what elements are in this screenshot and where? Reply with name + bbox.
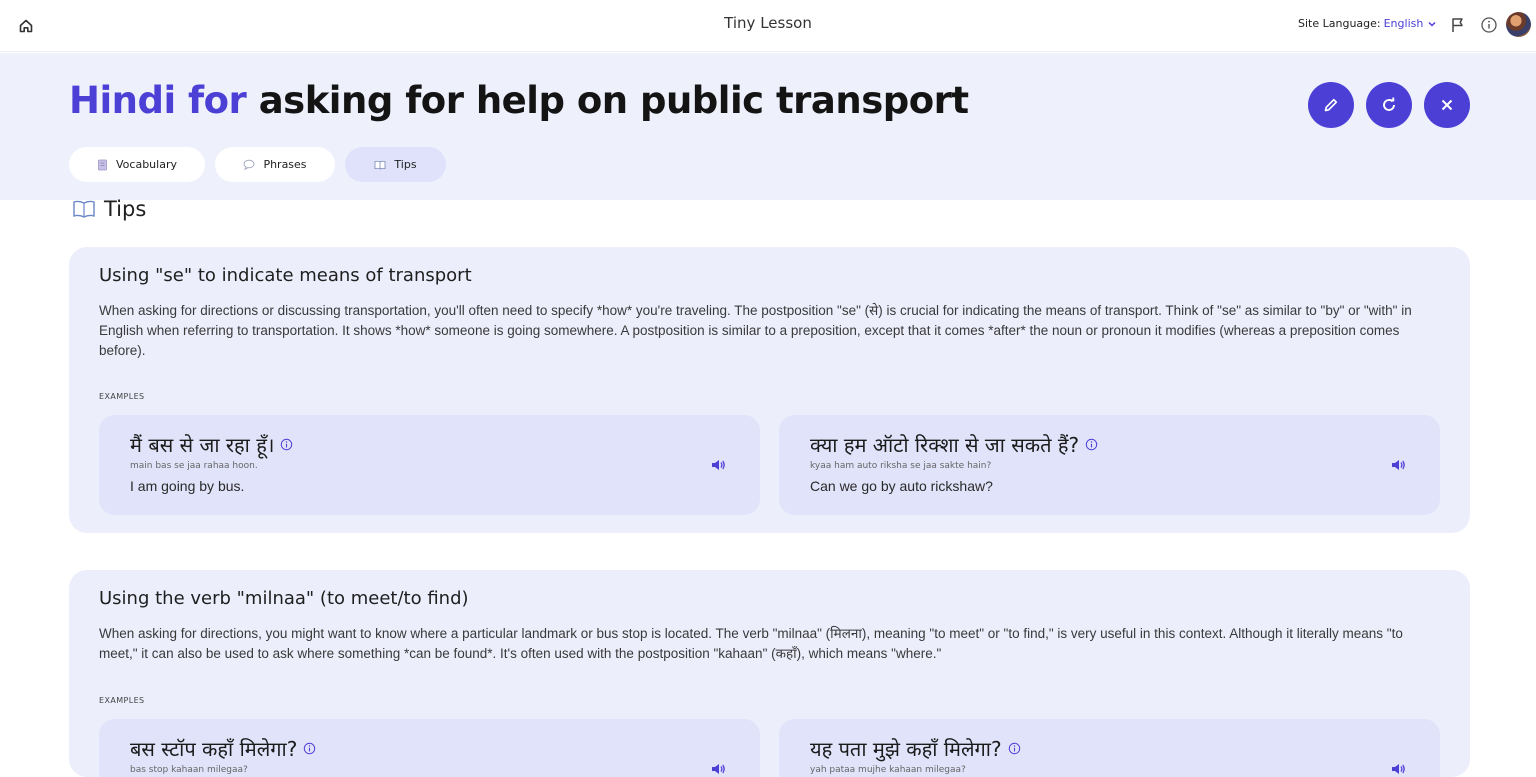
example-translation: I am going by bus. xyxy=(130,478,245,494)
open-book-icon xyxy=(73,200,95,218)
tab-vocabulary[interactable]: Vocabulary xyxy=(69,147,205,182)
section-heading: Tips xyxy=(72,197,146,221)
report-button[interactable] xyxy=(1449,16,1467,34)
example-card: यह पता मुझे कहाँ मिलेगा? yah pataa mujhe… xyxy=(779,719,1440,777)
section-title: Tips xyxy=(104,197,147,221)
example-card: मैं बस से जा रहा हूँ। main bas se jaa ra… xyxy=(99,415,760,515)
tab-phrases[interactable]: Phrases xyxy=(215,147,335,182)
info-icon xyxy=(1481,17,1497,33)
tip-description: When asking for directions or discussing… xyxy=(99,303,1412,358)
chevron-down-icon xyxy=(1428,21,1436,27)
site-language-label: Site Language: xyxy=(1298,17,1381,30)
close-icon xyxy=(1441,99,1453,111)
tip-description: When asking for directions, you might wa… xyxy=(99,626,1403,661)
tab-tips-label: Tips xyxy=(394,158,417,171)
example-hindi: यह पता मुझे कहाँ मिलेगा? xyxy=(810,737,1002,761)
notebook-icon xyxy=(98,159,107,170)
info-icon[interactable] xyxy=(1008,742,1021,755)
example-transliteration: main bas se jaa rahaa hoon. xyxy=(130,461,258,471)
example-card: बस स्टॉप कहाँ मिलेगा? bas stop kahaan mi… xyxy=(99,719,760,777)
tip-card: Using "se" to indicate means of transpor… xyxy=(69,247,1470,533)
page-title-accent: Hindi for xyxy=(69,79,247,122)
tab-vocabulary-label: Vocabulary xyxy=(116,158,177,171)
top-bar: Tiny Lesson Site Language: English xyxy=(0,0,1536,52)
speaker-icon[interactable] xyxy=(1390,457,1406,473)
edit-button[interactable] xyxy=(1308,82,1354,128)
site-language-selector[interactable]: Site Language: English xyxy=(1298,17,1438,30)
close-button[interactable] xyxy=(1424,82,1470,128)
example-native-text: बस स्टॉप कहाँ मिलेगा? xyxy=(130,735,316,762)
avatar[interactable] xyxy=(1506,12,1531,37)
tip-card: Using the verb "milnaa" (to meet/to find… xyxy=(69,570,1470,777)
info-button[interactable] xyxy=(1480,16,1498,34)
open-book-icon xyxy=(375,160,386,169)
example-transliteration: bas stop kahaan milegaa? xyxy=(130,765,248,775)
info-icon[interactable] xyxy=(303,742,316,755)
speaker-icon[interactable] xyxy=(710,761,726,777)
speaker-icon[interactable] xyxy=(710,457,726,473)
examples-label: EXAMPLES xyxy=(99,696,145,705)
page-title: Hindi for asking for help on public tran… xyxy=(69,79,969,122)
example-card: क्या हम ऑटो रिक्शा से जा सकते हैं? kyaa … xyxy=(779,415,1440,515)
example-transliteration: kyaa ham auto riksha se jaa sakte hain? xyxy=(810,461,992,471)
example-hindi: बस स्टॉप कहाँ मिलेगा? xyxy=(130,737,298,761)
tab-tips[interactable]: Tips xyxy=(345,147,446,182)
example-hindi: क्या हम ऑटो रिक्शा से जा सकते हैं? xyxy=(810,433,1080,457)
examples-label: EXAMPLES xyxy=(99,392,145,401)
refresh-icon xyxy=(1383,97,1395,111)
example-translation: Can we go by auto rickshaw? xyxy=(810,478,993,494)
refresh-button[interactable] xyxy=(1366,82,1412,128)
edit-icon xyxy=(1324,98,1338,112)
example-hindi: मैं बस से जा रहा हूँ। xyxy=(130,433,275,457)
lesson-tabs: Vocabulary Phrases Tips xyxy=(69,147,446,182)
example-transliteration: yah pataa mujhe kahaan milegaa? xyxy=(810,765,966,775)
tip-title: Using the verb "milnaa" (to meet/to find… xyxy=(99,588,469,609)
example-native-text: मैं बस से जा रहा हूँ। xyxy=(130,431,293,458)
tip-title: Using "se" to indicate means of transpor… xyxy=(99,265,472,286)
info-icon[interactable] xyxy=(280,438,293,451)
flag-icon xyxy=(1452,18,1463,32)
speech-bubble-icon xyxy=(244,159,255,170)
tab-phrases-label: Phrases xyxy=(263,158,307,171)
speaker-icon[interactable] xyxy=(1390,761,1406,777)
example-native-text: क्या हम ऑटो रिक्शा से जा सकते हैं? xyxy=(810,431,1098,458)
lesson-header: Hindi for asking for help on public tran… xyxy=(0,53,1536,200)
info-icon[interactable] xyxy=(1085,438,1098,451)
example-native-text: यह पता मुझे कहाँ मिलेगा? xyxy=(810,735,1021,762)
site-language-value: English xyxy=(1383,17,1424,30)
page-title-topic: asking for help on public transport xyxy=(258,79,969,122)
